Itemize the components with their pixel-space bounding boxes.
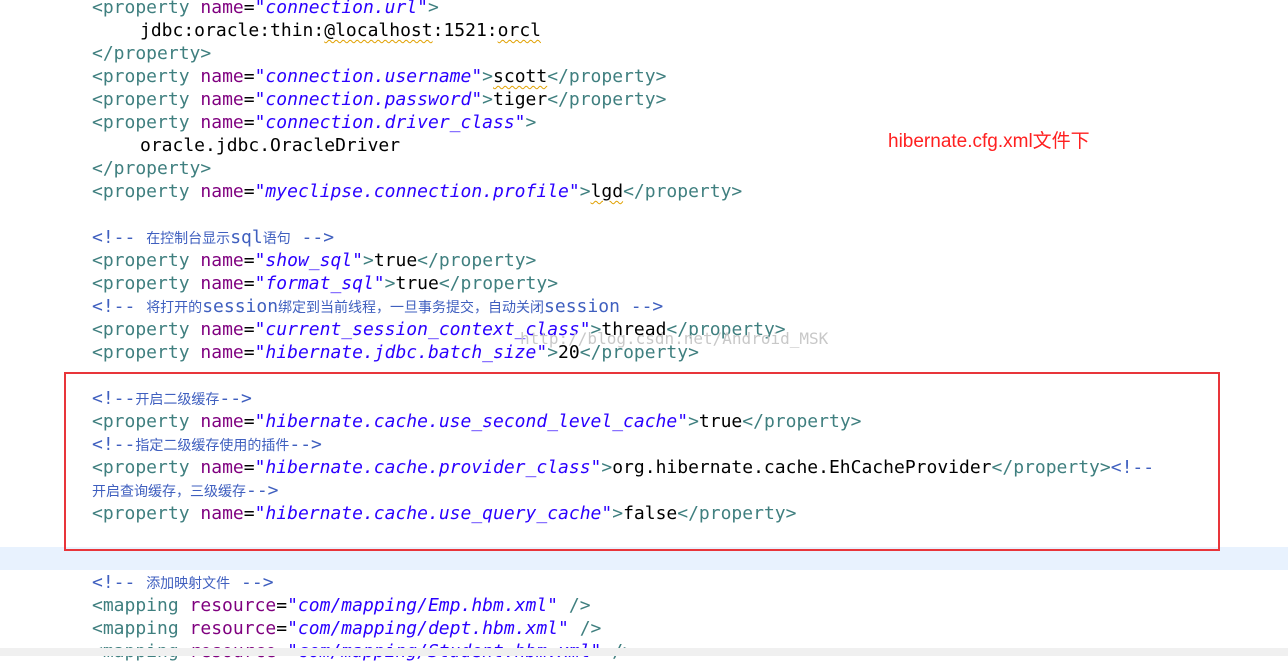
code-line: jdbc:oracle:thin:@localhost:1521:orcl: [140, 20, 541, 41]
code-line: <property name="connection.username">sco…: [92, 66, 667, 87]
watermark: http://blog.csdn.net/Android_MSK: [520, 329, 829, 348]
code-line: <property name="connection.driver_class"…: [92, 112, 537, 133]
code-comment: <!-- 添加映射文件 -->: [92, 572, 274, 593]
highlight-box: [64, 372, 1220, 551]
code-comment: <!-- 将打开的session绑定到当前线程，一旦事务提交，自动关闭sessi…: [92, 296, 664, 317]
code-line: <property name="myeclipse.connection.pro…: [92, 181, 743, 202]
code-line: <property name="connection.url">: [92, 0, 439, 18]
code-line: <property name="format_sql">true</proper…: [92, 273, 559, 294]
code-line: <property name="show_sql">true</property…: [92, 250, 537, 271]
code-line: </property>: [92, 158, 212, 179]
annotation-note: hibernate.cfg.xml文件下: [888, 131, 1090, 152]
horizontal-scrollbar[interactable]: [0, 648, 1288, 656]
code-editor[interactable]: <property name="connection.url"> jdbc:or…: [0, 0, 1288, 662]
code-comment: <!-- 在控制台显示sql语句 -->: [92, 227, 335, 248]
code-line: <mapping resource="com/mapping/Emp.hbm.x…: [92, 595, 591, 616]
code-line: oracle.jdbc.OracleDriver: [140, 135, 401, 156]
code-line: <property name="connection.password">tig…: [92, 89, 667, 110]
code-line: </property>: [92, 43, 212, 64]
code-line: <mapping resource="com/mapping/dept.hbm.…: [92, 618, 602, 639]
